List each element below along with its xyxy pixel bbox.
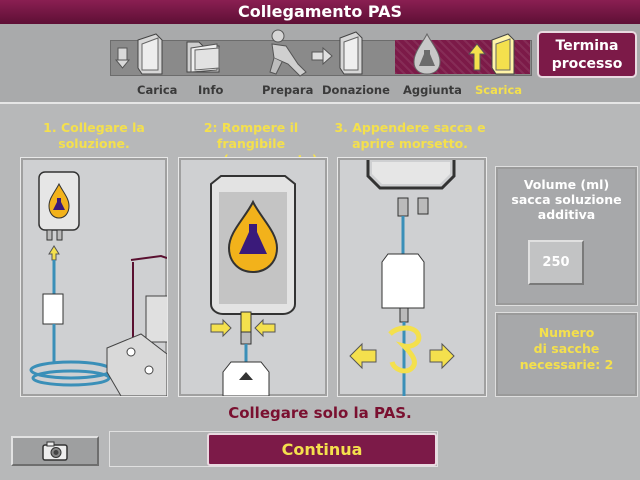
additive-solution-icon — [413, 32, 441, 75]
instruction-step3: 3. Appendere sacca e aprire morsetto. — [330, 120, 490, 152]
illustration-break-frangible — [178, 157, 328, 397]
bags-needed-panel: Numero di sacche necessarie: 2 — [495, 312, 638, 397]
step-label-info: Info — [198, 83, 224, 97]
end-process-label-line2: processo — [551, 56, 623, 72]
volume-title-line3: additiva — [537, 207, 596, 222]
instruction-step1-line1: 1. Collegare la — [43, 120, 145, 135]
arrow-right-icon — [311, 46, 333, 66]
instruction-step1-line2: soluzione. — [58, 136, 130, 151]
page-title: Collegamento PAS — [0, 0, 640, 24]
bags-needed-line2: di sacche — [533, 341, 600, 356]
connect-solution-illustration — [29, 171, 167, 396]
bags-needed-line3: necessarie: 2 — [519, 357, 614, 372]
step-label-unload: Scarica — [475, 83, 523, 97]
unload-step-icon — [467, 33, 515, 75]
step-label-donation: Donazione — [322, 83, 390, 97]
bags-needed-text: Numero di sacche necessarie: 2 — [496, 325, 637, 373]
volume-title-line1: Volume (ml) — [523, 177, 610, 192]
instruction-step1: 1. Collegare la soluzione. — [20, 120, 168, 152]
end-process-label-line1: Termina — [555, 38, 619, 54]
end-process-button[interactable]: Termina processo — [537, 31, 637, 78]
illustration-hang-bag — [337, 157, 487, 397]
step-label-load: Carica — [137, 83, 178, 97]
instruction-step3-line1: 3. Appendere sacca e — [334, 120, 486, 135]
continue-button[interactable]: Continua — [207, 433, 437, 466]
instruction-step3-line2: aprire morsetto. — [352, 136, 468, 151]
illustration-connect-solution — [20, 157, 168, 397]
hang-bag-illustration — [349, 160, 456, 396]
additive-volume-panel: Volume (ml) sacca soluzione additiva — [495, 166, 638, 306]
load-step-icon — [114, 33, 163, 75]
additive-volume-title: Volume (ml) sacca soluzione additiva — [496, 177, 637, 222]
camera-icon — [42, 441, 68, 461]
prepare-donor-icon — [269, 29, 307, 77]
info-folder-icon — [186, 41, 220, 73]
additive-volume-button[interactable]: 250 — [528, 240, 584, 285]
volume-title-line2: sacca soluzione — [511, 192, 622, 207]
status-message: Collegare solo la PAS. — [228, 404, 412, 422]
break-frangible-illustration — [210, 175, 296, 396]
instruction-step2-line1: 2: Rompere il frangibile — [203, 120, 299, 151]
camera-button[interactable] — [11, 436, 99, 466]
step-label-prepare: Prepara — [262, 83, 314, 97]
bags-needed-line1: Numero — [538, 325, 595, 340]
donation-machine-icon — [339, 31, 363, 75]
step-label-additive: Aggiunta — [403, 83, 462, 97]
